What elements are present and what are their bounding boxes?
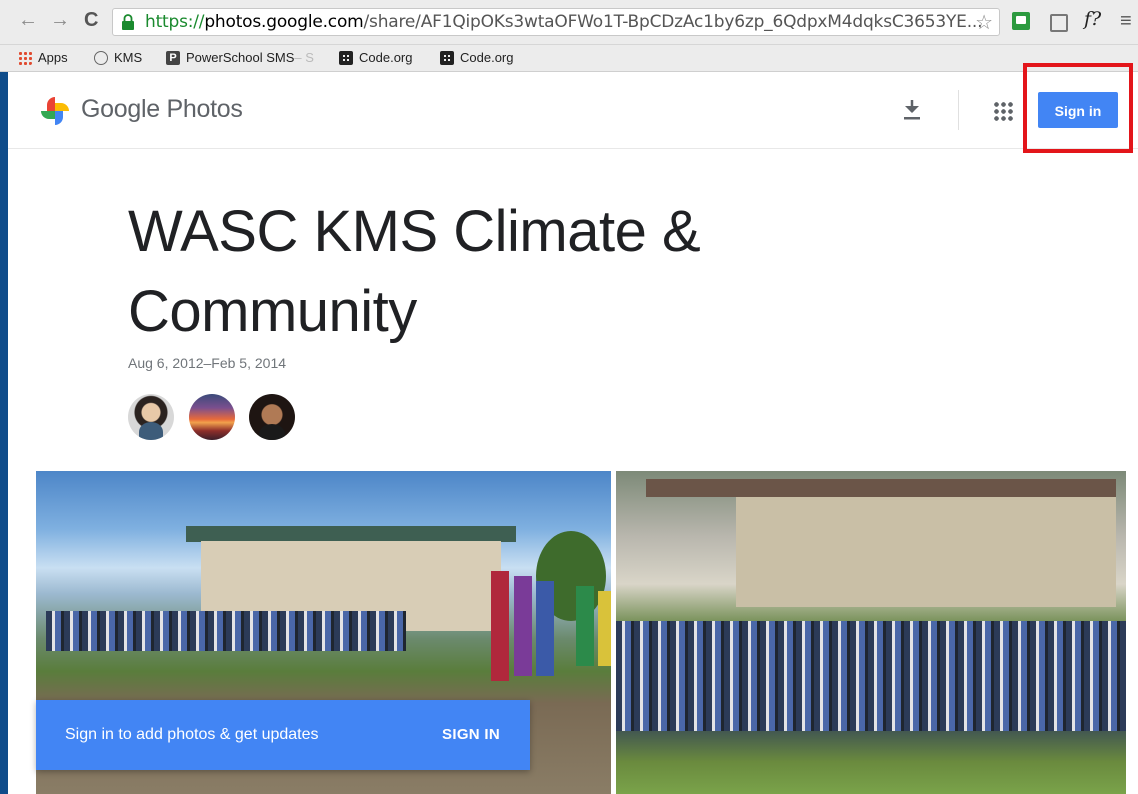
photo-detail	[616, 621, 1126, 731]
app-logo-text[interactable]: Google Photos	[81, 95, 243, 124]
photo-detail	[46, 611, 406, 651]
sign-in-prompt-text: Sign in to add photos & get updates	[65, 726, 319, 743]
photo-detail	[576, 586, 594, 666]
photos-page: Google Photos Sign in WASC KMS Climate &…	[8, 63, 1138, 794]
back-icon[interactable]: ←	[18, 10, 38, 30]
browser-window: ← → C https://photos.google.com/share/AF…	[0, 0, 1138, 794]
powerschool-icon: P	[166, 50, 180, 65]
bookmarks-bar: Apps KMS P PowerSchool SMS – S Code.org …	[0, 45, 1138, 72]
browser-toolbar: ← → C https://photos.google.com/share/AF…	[0, 0, 1138, 45]
bookmark-powerschool[interactable]: P PowerSchool SMS – S	[166, 50, 314, 65]
bookmark-apps[interactable]: Apps	[18, 50, 68, 65]
contributor-avatar[interactable]	[249, 394, 295, 440]
kms-icon	[94, 50, 108, 65]
header-divider	[958, 90, 959, 130]
photo-detail	[646, 479, 1116, 497]
bookmark-kms[interactable]: KMS	[94, 50, 142, 65]
lock-icon	[122, 14, 134, 30]
album-photo[interactable]	[616, 471, 1126, 794]
photo-detail	[536, 581, 554, 676]
window-edge	[0, 72, 8, 794]
photo-detail	[736, 497, 1116, 607]
bookmark-code-org-2[interactable]: Code.org	[440, 50, 513, 65]
album-title: WASC KMS Climate & Community	[128, 199, 701, 344]
banner-sign-in-button[interactable]: SIGN IN	[442, 726, 500, 743]
code-org-icon	[440, 50, 454, 65]
photo-detail	[514, 576, 532, 676]
formula-extension-icon[interactable]: f?	[1084, 8, 1102, 30]
contributor-avatar[interactable]	[189, 394, 235, 440]
url-text: https://photos.google.com/share/AF1QipOK…	[145, 12, 983, 32]
classroom-extension-icon[interactable]	[1012, 12, 1030, 30]
google-apps-icon[interactable]	[993, 101, 1013, 121]
annotation-highlight-box	[1023, 63, 1133, 153]
browser-menu-icon[interactable]: ≡	[1120, 10, 1132, 33]
google-photos-pinwheel-icon	[41, 97, 69, 125]
code-org-icon	[339, 50, 353, 65]
photo-detail	[598, 591, 611, 666]
address-bar[interactable]: https://photos.google.com/share/AF1QipOK…	[112, 8, 1000, 36]
app-header: Google Photos Sign in	[8, 63, 1138, 153]
bookmark-code-org[interactable]: Code.org	[339, 50, 412, 65]
apps-grid-icon	[18, 50, 32, 65]
extension-icon[interactable]	[1050, 14, 1068, 32]
bookmark-star-icon[interactable]: ☆	[975, 10, 993, 35]
photo-detail	[491, 571, 509, 681]
album-date-range: Aug 6, 2012–Feb 5, 2014	[128, 355, 287, 371]
reload-icon[interactable]: C	[84, 10, 98, 30]
download-icon[interactable]	[901, 97, 923, 123]
photo-detail	[186, 526, 516, 542]
forward-icon[interactable]: →	[50, 10, 70, 30]
contributor-avatar[interactable]	[128, 394, 174, 440]
sign-in-prompt-banner: Sign in to add photos & get updates SIGN…	[36, 700, 530, 770]
